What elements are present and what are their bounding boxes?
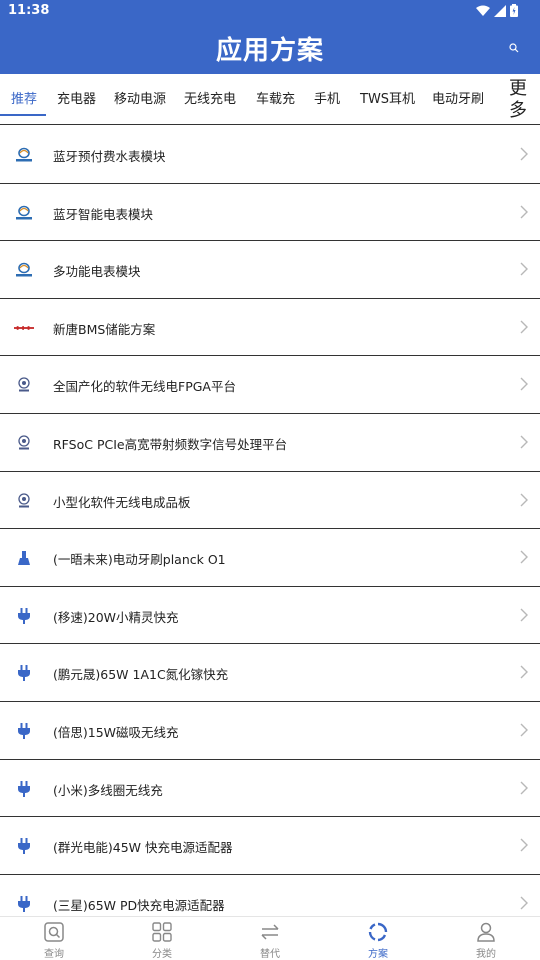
user-icon — [475, 921, 497, 942]
plug-icon — [14, 606, 34, 626]
plug-icon — [14, 663, 34, 683]
tab-wireless-charging[interactable]: 无线充电 — [184, 88, 236, 107]
list-item-title: 小型化软件无线电成品板 — [53, 494, 191, 510]
radio-brand-logo — [14, 433, 34, 453]
tab-phone[interactable]: 手机 — [314, 88, 340, 107]
list-item[interactable]: (倍思)15W磁吸无线充 — [0, 702, 540, 760]
chevron-right-icon — [520, 896, 528, 910]
list-item[interactable]: 全国产化的软件无线电FPGA平台 — [0, 356, 540, 414]
list-item[interactable]: (移速)20W小精灵快充 — [0, 587, 540, 645]
list-item[interactable]: 多功能电表模块 — [0, 241, 540, 299]
title-row: 应用方案 — [0, 22, 540, 74]
nav-label: 查询 — [44, 949, 64, 960]
search-icon — [509, 43, 519, 53]
list-item[interactable]: 小型化软件无线电成品板 — [0, 472, 540, 530]
toothbrush-icon — [14, 548, 34, 568]
page-title: 应用方案 — [215, 36, 324, 66]
tab-power-bank[interactable]: 移动电源 — [114, 88, 166, 107]
tab-tws-earbuds[interactable]: TWS耳机 — [360, 88, 415, 107]
bottom-navigation: 查询 分类 替代 方案 我的 — [0, 916, 540, 960]
list-item[interactable]: 蓝牙预付费水表模块 — [0, 126, 540, 184]
chevron-right-icon — [520, 377, 528, 391]
chevron-right-icon — [520, 665, 528, 679]
nuvoton-logo — [14, 318, 34, 338]
app-header: 11:38 应用方案 — [0, 0, 540, 74]
nav-mine[interactable]: 我的 — [432, 917, 540, 960]
solution-icon — [367, 921, 389, 942]
list-item[interactable]: 新唐BMS储能方案 — [0, 299, 540, 357]
list-item-title: RFSoC PCIe高宽带射频数字信号处理平台 — [53, 436, 288, 452]
wifi-icon — [476, 5, 490, 16]
nav-label: 方案 — [368, 949, 388, 960]
tab-charger[interactable]: 充电器 — [57, 88, 96, 107]
grid-icon — [151, 921, 173, 942]
list-item-title: (小米)多线圈无线充 — [53, 782, 163, 798]
signal-icon — [494, 4, 506, 17]
plug-icon — [14, 894, 34, 914]
plug-icon — [14, 779, 34, 799]
list-item-title: (倍思)15W磁吸无线充 — [53, 724, 179, 740]
nav-solution[interactable]: 方案 — [324, 917, 432, 960]
chevron-right-icon — [520, 435, 528, 449]
list-item[interactable]: (三星)65W PD快充电源适配器 — [0, 875, 540, 916]
nav-label: 替代 — [260, 949, 280, 960]
chevron-right-icon — [520, 147, 528, 161]
meter-brand-logo — [14, 260, 34, 280]
chevron-right-icon — [520, 838, 528, 852]
list-item-title: 蓝牙智能电表模块 — [53, 206, 154, 222]
list-item-title: (群光电能)45W 快充电源适配器 — [53, 840, 233, 856]
more-tabs-button[interactable]: 更多 — [507, 78, 529, 122]
solution-list: 蓝牙预付费水表模块 蓝牙智能电表模块 多功能电表模块 新唐BMS储能方案 全国产… — [0, 126, 540, 916]
list-item[interactable]: (鹏元晟)65W 1A1C氮化镓快充 — [0, 644, 540, 702]
list-item-title: (一晤未来)电动牙刷planck O1 — [53, 552, 226, 568]
list-item[interactable]: 蓝牙智能电表模块 — [0, 184, 540, 242]
status-time: 11:38 — [8, 3, 50, 18]
plug-icon — [14, 721, 34, 741]
header-search-button[interactable] — [504, 38, 524, 58]
list-item-title: 新唐BMS储能方案 — [53, 321, 156, 337]
list-item-title: 蓝牙预付费水表模块 — [53, 149, 166, 164]
radio-brand-logo — [14, 491, 34, 511]
list-item-title: 全国产化的软件无线电FPGA平台 — [53, 379, 236, 395]
chevron-right-icon — [520, 781, 528, 795]
category-tabs: 推荐 充电器 移动电源 无线充电 车载充 手机 TWS耳机 电动牙刷 — [0, 74, 540, 125]
meter-brand-logo — [14, 145, 34, 165]
tab-electric-toothbrush[interactable]: 电动牙刷 — [432, 88, 484, 107]
plug-icon — [14, 836, 34, 856]
chevron-right-icon — [520, 493, 528, 507]
list-item-title: (移速)20W小精灵快充 — [53, 609, 179, 625]
nav-label: 我的 — [476, 949, 496, 960]
chevron-right-icon — [520, 320, 528, 334]
chevron-right-icon — [520, 723, 528, 737]
battery-icon — [510, 4, 518, 17]
active-tab-indicator — [0, 114, 46, 116]
nav-category[interactable]: 分类 — [108, 917, 216, 960]
nav-replace[interactable]: 替代 — [216, 917, 324, 960]
list-item-title: 多功能电表模块 — [53, 264, 141, 280]
list-item[interactable]: (小米)多线圈无线充 — [0, 760, 540, 818]
swap-icon — [259, 921, 281, 942]
status-icons — [476, 4, 518, 17]
radio-brand-logo — [14, 375, 34, 395]
status-bar: 11:38 — [0, 0, 540, 22]
tab-car-charger[interactable]: 车载充 — [256, 88, 295, 107]
chevron-right-icon — [520, 550, 528, 564]
list-item[interactable]: RFSoC PCIe高宽带射频数字信号处理平台 — [0, 414, 540, 472]
chevron-right-icon — [520, 262, 528, 276]
list-item[interactable]: (群光电能)45W 快充电源适配器 — [0, 817, 540, 875]
list-item-title: (三星)65W PD快充电源适配器 — [53, 897, 225, 913]
chevron-right-icon — [520, 608, 528, 622]
list-item[interactable]: (一晤未来)电动牙刷planck O1 — [0, 529, 540, 587]
search-icon — [43, 921, 65, 942]
tab-recommend[interactable]: 推荐 — [11, 88, 37, 107]
meter-brand-logo — [14, 203, 34, 223]
chevron-right-icon — [520, 205, 528, 219]
list-item-title: (鹏元晟)65W 1A1C氮化镓快充 — [53, 667, 229, 683]
nav-label: 分类 — [152, 949, 172, 960]
nav-query[interactable]: 查询 — [0, 917, 108, 960]
